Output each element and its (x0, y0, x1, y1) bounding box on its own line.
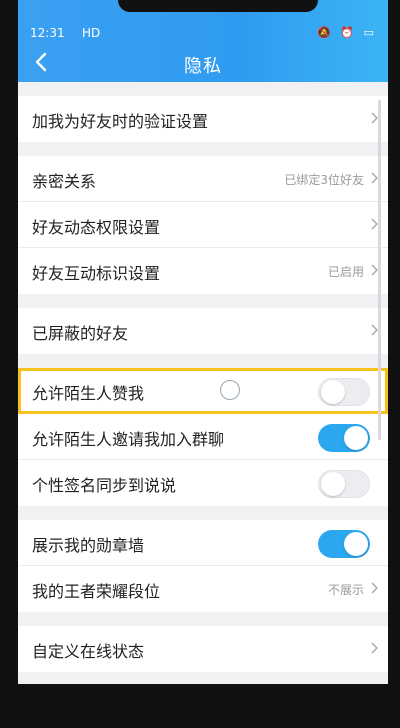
toggle-switch[interactable] (318, 378, 370, 406)
app-header: 隐私 (18, 44, 388, 82)
device-frame: 12:31 HD 🔕 ⏰ ▭ 隐私 加我为好友时的验证设置 亲密关系 已绑定3位… (0, 0, 400, 728)
row-label: 我的王者荣耀段位 (32, 582, 161, 601)
row-honor-of-kings-rank[interactable]: 我的王者荣耀段位 不展示 (18, 566, 388, 612)
row-feed-permissions[interactable]: 好友动态权限设置 (18, 202, 388, 248)
toggle-knob (344, 532, 368, 556)
row-intimate-relations[interactable]: 亲密关系 已绑定3位好友 (18, 156, 388, 202)
row-show-medal-wall: 展示我的勋章墙 (18, 520, 388, 566)
row-value: 已绑定3位好友 (284, 173, 364, 187)
chevron-right-icon (371, 582, 378, 594)
row-label: 自定义在线状态 (32, 642, 145, 661)
row-label: 亲密关系 (32, 172, 97, 191)
chevron-right-icon (371, 112, 378, 124)
row-interaction-badges[interactable]: 好友互动标识设置 已启用 (18, 248, 388, 294)
row-label: 个性签名同步到说说 (32, 476, 177, 495)
row-label: 允许陌生人赞我 (32, 384, 145, 403)
row-sync-signature: 个性签名同步到说说 (18, 460, 388, 506)
section-gap (18, 294, 388, 308)
row-label: 已屏蔽的好友 (32, 324, 129, 343)
alarm-icon: ⏰ (340, 26, 355, 39)
status-time: 12:31 (30, 26, 65, 40)
chevron-right-icon (371, 172, 378, 184)
mute-icon: 🔕 (317, 26, 331, 39)
scrollbar[interactable] (378, 100, 381, 440)
row-label: 加我为好友时的验证设置 (32, 112, 209, 131)
row-custom-online-status[interactable]: 自定义在线状态 (18, 626, 388, 672)
row-value: 不展示 (327, 583, 364, 597)
row-allow-stranger-likes: 允许陌生人赞我 (18, 368, 388, 414)
camera-notch (118, 0, 318, 12)
section-gap (18, 142, 388, 156)
row-allow-stranger-group-invite: 允许陌生人邀请我加入群聊 (18, 414, 388, 460)
chevron-right-icon (371, 324, 378, 336)
touch-indicator (220, 380, 240, 400)
row-label: 好友动态权限设置 (32, 218, 161, 237)
toggle-switch[interactable] (318, 530, 370, 558)
page-title: 隐私 (184, 56, 222, 77)
section-gap (18, 354, 388, 368)
settings-list: 加我为好友时的验证设置 亲密关系 已绑定3位好友 好友动态权限设置 好友互动标识… (18, 82, 388, 672)
section-gap (18, 82, 388, 96)
screen: 12:31 HD 🔕 ⏰ ▭ 隐私 加我为好友时的验证设置 亲密关系 已绑定3位… (18, 0, 388, 684)
section-gap (18, 612, 388, 626)
battery-icon: ▭ (363, 26, 374, 39)
row-value: 已启用 (327, 265, 364, 279)
toggle-switch[interactable] (318, 424, 370, 452)
chevron-right-icon (371, 264, 378, 276)
toggle-knob (344, 426, 368, 450)
row-label: 展示我的勋章墙 (32, 536, 145, 555)
section-gap (18, 506, 388, 520)
chevron-right-icon (371, 642, 378, 654)
row-blocked-friends[interactable]: 已屏蔽的好友 (18, 308, 388, 354)
toggle-switch[interactable] (318, 470, 370, 498)
row-friend-verification[interactable]: 加我为好友时的验证设置 (18, 96, 388, 142)
row-label: 允许陌生人邀请我加入群聊 (32, 430, 225, 449)
row-label: 好友互动标识设置 (32, 264, 161, 283)
status-network: HD (82, 26, 101, 40)
status-icons: 🔕 ⏰ ▭ (311, 26, 374, 39)
chevron-right-icon (371, 218, 378, 230)
toggle-knob (321, 472, 345, 496)
toggle-knob (321, 380, 345, 404)
